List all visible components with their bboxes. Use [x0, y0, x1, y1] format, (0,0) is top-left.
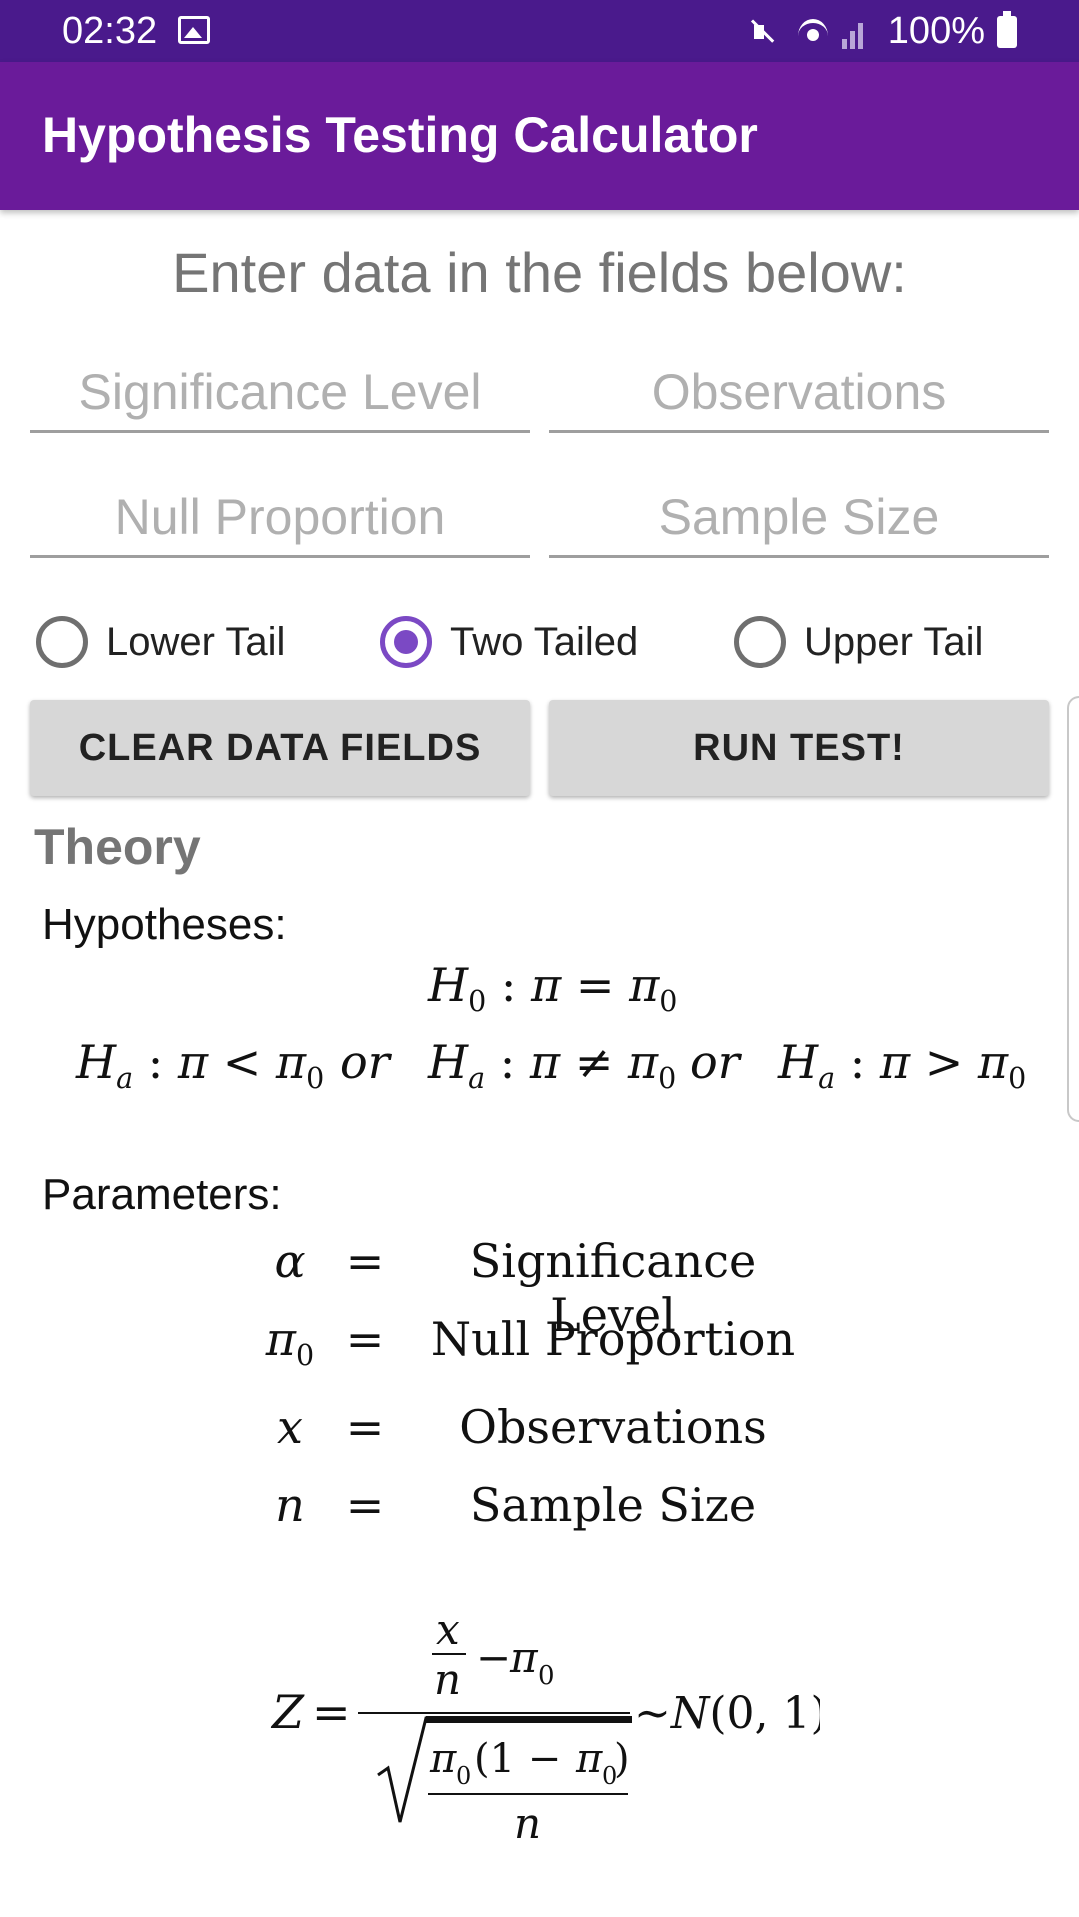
null-proportion-field: [30, 478, 530, 558]
radio-two-tailed[interactable]: Two Tailed: [380, 612, 638, 672]
significance-level-field: [30, 353, 530, 433]
run-test-button[interactable]: RUN TEST!: [549, 700, 1049, 796]
alt-hypothesis-upper: Ha : π > π0: [778, 1035, 1027, 1095]
param-symbol: π0: [265, 1312, 315, 1372]
or-text-2: or: [690, 1035, 740, 1089]
null-proportion-input[interactable]: [30, 478, 530, 555]
significance-level-input[interactable]: [30, 353, 530, 430]
app-bar: Hypothesis Testing Calculator: [0, 62, 1079, 210]
clear-data-fields-button[interactable]: CLEAR DATA FIELDS: [30, 700, 530, 796]
param-symbol: x: [277, 1400, 303, 1454]
radio-lower-tail-label: Lower Tail: [106, 619, 286, 664]
mute-icon: [750, 15, 784, 49]
battery-icon: [997, 10, 1017, 48]
svg-text:0: 0: [538, 1661, 555, 1691]
status-icons: 100%: [750, 10, 1017, 53]
battery-percent: 100%: [887, 10, 985, 52]
svg-text:(1 −: (1 −: [474, 1736, 561, 1782]
formula-numerator-x: x: [436, 1605, 460, 1654]
observations-input[interactable]: [549, 353, 1049, 430]
app-title: Hypothesis Testing Calculator: [42, 107, 758, 163]
hypotheses-label: Hypotheses:: [42, 900, 287, 949]
status-bar: 02:32 100%: [0, 0, 1079, 62]
z-statistic-formula: Z = x n − π 0 π 0 (1 − π 0 ) n ~N(0, 1): [270, 1605, 820, 1848]
radio-circle[interactable]: [36, 616, 88, 668]
scroll-indicator: [1067, 696, 1079, 1122]
param-row-alpha: α = Significance Level: [0, 1234, 1079, 1342]
svg-text:): ): [614, 1736, 630, 1782]
sample-size-field: [549, 478, 1049, 558]
param-row-null-proportion: π0 = Null Proportion: [0, 1312, 1079, 1382]
radio-two-tailed-label: Two Tailed: [450, 619, 639, 664]
svg-text:π: π: [429, 1736, 457, 1782]
param-symbol: α: [274, 1234, 306, 1288]
svg-text:n: n: [514, 1799, 541, 1848]
svg-text:n: n: [434, 1655, 461, 1704]
or-text-1: or: [340, 1035, 390, 1089]
svg-text:π: π: [575, 1736, 603, 1782]
alt-hypothesis-two: Ha : π ≠ π0: [428, 1035, 677, 1095]
wifi-icon: [796, 15, 830, 49]
param-equals: =: [345, 1478, 385, 1532]
image-icon: [178, 16, 210, 44]
param-description: Sample Size: [469, 1478, 757, 1532]
svg-text:=: =: [312, 1685, 351, 1739]
svg-text:π: π: [509, 1633, 539, 1682]
status-time: 02:32: [62, 10, 158, 52]
formula-lhs: Z: [270, 1685, 305, 1739]
radio-lower-tail[interactable]: Lower Tail: [36, 612, 285, 672]
parameters-label: Parameters:: [42, 1170, 282, 1219]
param-equals: =: [345, 1234, 385, 1288]
formula-rhs: ~N(0, 1): [634, 1688, 820, 1739]
radio-circle-selected[interactable]: [380, 616, 432, 668]
param-symbol: n: [275, 1478, 305, 1532]
param-description: Null Proportion: [430, 1312, 796, 1366]
param-description: Observations: [459, 1400, 767, 1454]
svg-text:−: −: [476, 1633, 511, 1682]
param-equals: =: [345, 1400, 385, 1454]
sample-size-input[interactable]: [549, 478, 1049, 555]
radio-upper-tail-label: Upper Tail: [804, 619, 984, 664]
signal-icon: [841, 15, 876, 49]
param-equals: =: [345, 1312, 385, 1366]
param-row-sample-size: n = Sample Size: [0, 1478, 1079, 1548]
theory-heading: Theory: [34, 819, 201, 875]
instruction-text: Enter data in the fields below:: [172, 241, 907, 304]
radio-upper-tail[interactable]: Upper Tail: [734, 612, 983, 672]
param-row-observations: x = Observations: [0, 1400, 1079, 1470]
alt-hypothesis-lower: Ha : π < π0: [76, 1035, 325, 1095]
svg-text:0: 0: [456, 1762, 471, 1790]
null-hypothesis: H0 : π = π0: [428, 958, 678, 1018]
radio-circle[interactable]: [734, 616, 786, 668]
observations-field: [549, 353, 1049, 433]
